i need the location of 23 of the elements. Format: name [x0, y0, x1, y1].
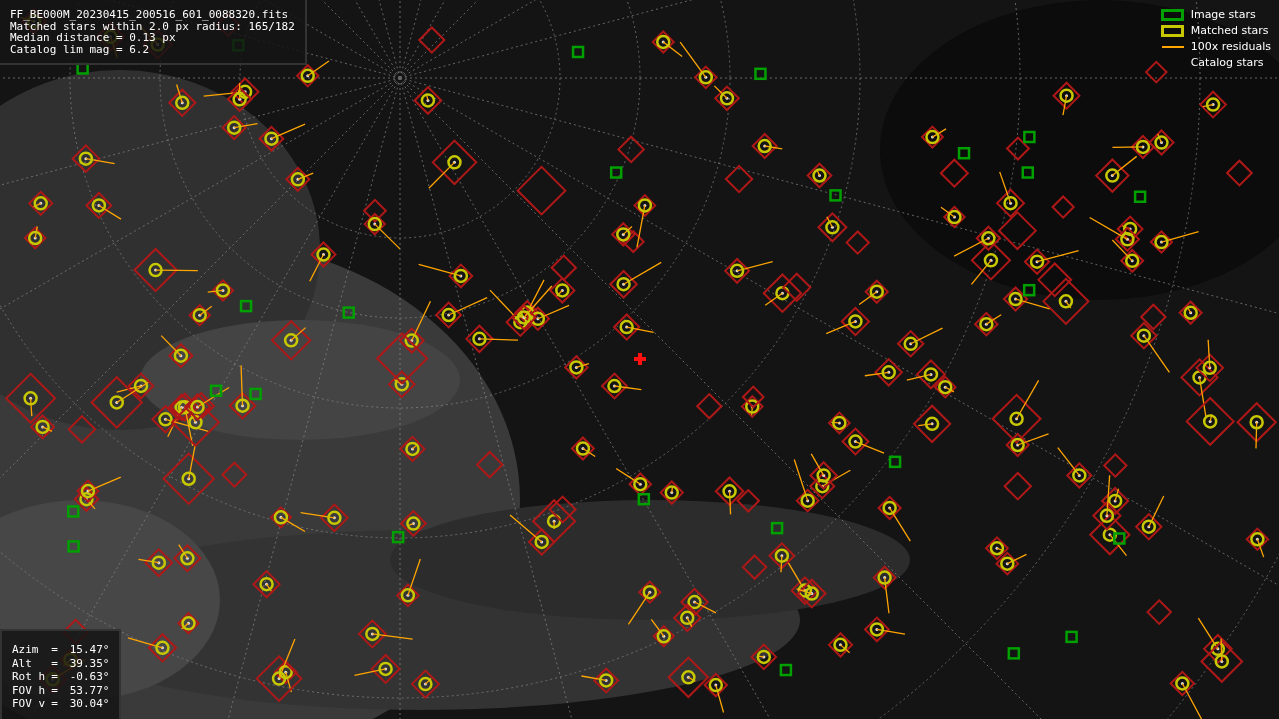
pointing-value: -0.63°	[68, 670, 110, 684]
equals-sign: =	[51, 656, 58, 670]
equals-sign: =	[51, 683, 58, 697]
pointing-label: Alt	[12, 656, 33, 670]
pointing-label: Rot h	[12, 670, 46, 684]
legend-label: Matched stars	[1190, 23, 1270, 38]
equals-sign: =	[51, 643, 58, 657]
info-text: Matched stars within 2.0 px radius: 165/182	[10, 20, 295, 32]
pointing-value: 15.47°	[68, 643, 110, 657]
legend-label: Catalog stars	[1190, 55, 1265, 70]
pointing-label: FOV h	[12, 683, 46, 697]
info-text: FF_BE000M_20230415_200516_601_0088320.fits	[10, 9, 290, 21]
legend-label: 100x residuals	[1190, 39, 1271, 54]
info-text: Catalog lim mag = 6.2	[10, 43, 151, 55]
equals-sign: =	[51, 697, 58, 711]
pointing-value: 53.77°	[68, 683, 110, 697]
pointing-label: FOV v	[12, 697, 46, 711]
info-text: Median distance = 0.13 px	[10, 32, 176, 44]
pointing-value: 30.04°	[68, 697, 110, 711]
pointing-label: Azim	[12, 643, 40, 657]
pointing-value: 39.35°	[68, 656, 110, 670]
equals-sign: =	[51, 670, 58, 684]
legend-label: Image stars	[1190, 7, 1257, 22]
